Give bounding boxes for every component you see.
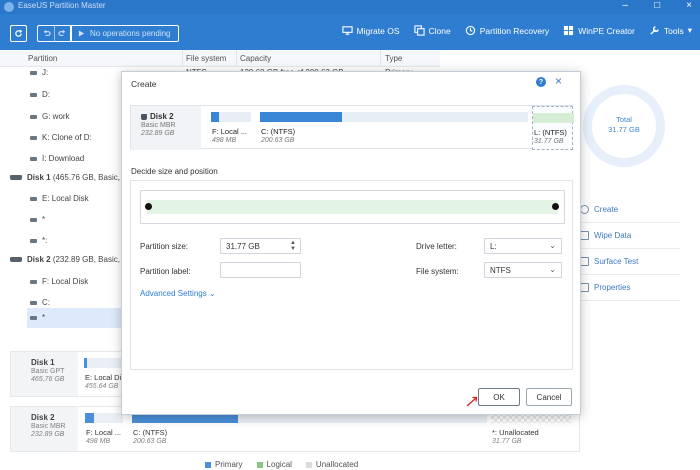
toolbar-actions: Migrate OS Clone Partition Recovery WinP… xyxy=(341,25,692,36)
size-slider[interactable] xyxy=(140,190,565,224)
migrate-os-icon xyxy=(341,26,353,35)
winpe-creator-icon xyxy=(564,25,574,36)
advanced-settings-link[interactable]: Advanced Settings ⌄ xyxy=(140,289,216,298)
winpe-creator-button[interactable]: WinPE Creator xyxy=(563,25,635,36)
migrate-os-button[interactable]: Migrate OS xyxy=(341,25,400,36)
refresh-button[interactable] xyxy=(10,25,27,42)
tools-button[interactable]: Tools ▾ xyxy=(649,25,692,36)
app-logo-icon xyxy=(4,2,14,12)
cancel-button[interactable]: Cancel xyxy=(526,388,572,406)
maximize-icon[interactable]: □ xyxy=(654,0,660,11)
undo-icon xyxy=(43,29,51,36)
clone-icon xyxy=(413,25,425,36)
slider-handle-right[interactable] xyxy=(552,203,559,210)
chevron-down-icon: ⌄ xyxy=(549,265,556,274)
partition-label-input[interactable] xyxy=(220,262,301,278)
undo-button[interactable] xyxy=(37,25,54,42)
size-position-panel: Partition size: 31.77 GB ▲ ▼ Partition la… xyxy=(130,180,573,370)
file-system-select[interactable]: NTFS ⌄ xyxy=(484,262,562,278)
pending-operations-label: No operations pending xyxy=(90,29,171,38)
dialog-disk-map: Disk 2 Basic MBR 232.89 GB F: Local ... … xyxy=(130,105,574,150)
tools-icon xyxy=(650,26,659,35)
dialog-disk-info: Disk 2 Basic MBR 232.89 GB xyxy=(131,106,201,150)
dialog-segment-c[interactable]: C: (NTFS) 200.63 GB xyxy=(260,106,528,150)
play-icon xyxy=(78,30,85,37)
slider-handle-left[interactable] xyxy=(145,203,152,210)
close-window-icon[interactable]: × xyxy=(686,0,692,11)
section-label: Decide size and position xyxy=(131,167,218,176)
dialog-segment-f[interactable]: F: Local ... 498 MB xyxy=(211,106,251,150)
slider-track xyxy=(147,200,558,214)
partition-size-label: Partition size: xyxy=(140,242,189,251)
partition-label-label: Partition label: xyxy=(140,267,191,276)
partition-size-input[interactable]: 31.77 GB ▲ ▼ xyxy=(220,238,301,254)
chevron-down-icon: ▾ xyxy=(687,25,692,35)
pending-operations-button[interactable]: No operations pending xyxy=(71,25,179,42)
partition-recovery-button[interactable]: Partition Recovery xyxy=(465,25,549,36)
app-title: EaseUS Partition Master xyxy=(18,1,106,10)
dialog-title: Create xyxy=(131,79,157,89)
partition-recovery-icon xyxy=(465,25,475,36)
dialog-segment-new[interactable]: L: (NTFS) 31.77 GB xyxy=(532,106,574,150)
toolbar: No operations pending Migrate OS Clone P… xyxy=(0,14,700,50)
ok-button[interactable]: OK xyxy=(478,388,520,406)
pointer-arrow-icon xyxy=(466,396,478,407)
disk-icon xyxy=(141,113,147,120)
window-controls: – □ × xyxy=(623,0,692,11)
help-icon[interactable]: ? xyxy=(536,77,546,87)
chevron-down-icon: ⌄ xyxy=(208,289,216,298)
clone-button[interactable]: Clone xyxy=(413,25,451,36)
drive-letter-label: Drive letter: xyxy=(416,242,457,251)
stepper-icon[interactable]: ▲ ▼ xyxy=(290,240,296,252)
create-dialog: Create ? × Disk 2 Basic MBR 232.89 GB F:… xyxy=(121,71,581,415)
title-bar: EaseUS Partition Master – □ × xyxy=(0,0,700,14)
redo-icon xyxy=(58,29,66,36)
minimize-icon[interactable]: – xyxy=(623,0,629,11)
chevron-down-icon: ⌄ xyxy=(549,241,556,250)
file-system-label: File system: xyxy=(416,267,459,276)
drive-letter-select[interactable]: L: ⌄ xyxy=(484,238,562,254)
close-icon[interactable]: × xyxy=(555,74,562,88)
redo-button[interactable] xyxy=(54,25,71,42)
refresh-icon xyxy=(15,29,23,37)
